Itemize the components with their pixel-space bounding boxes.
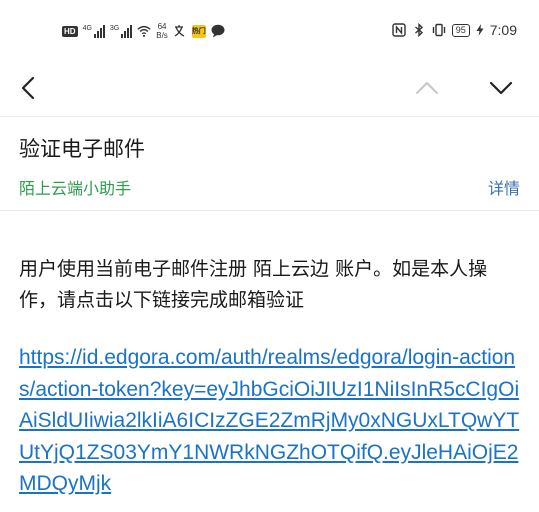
back-arrow-icon[interactable]	[14, 74, 42, 102]
previous-email-icon[interactable]	[413, 74, 441, 102]
status-bar: HD 4G 3G 64 B/s 热门 95 7:09	[0, 0, 539, 64]
nfc-icon	[392, 23, 406, 37]
vibrate-icon	[432, 23, 445, 37]
status-right-group: 95 7:09	[392, 22, 517, 38]
network-speed-value: 64	[157, 22, 167, 31]
charging-icon	[476, 24, 484, 36]
chat-bubble-icon	[211, 24, 225, 38]
email-body-text: 用户使用当前电子邮件注册 陌上云边 账户。如是本人操作，请点击以下链接完成邮箱验…	[19, 258, 488, 311]
signal-icon: 4G	[82, 24, 105, 38]
next-email-icon[interactable]	[487, 74, 515, 102]
verification-link[interactable]: https://id.edgora.com/auth/realms/edgora…	[19, 342, 524, 500]
hd-voice-badge: HD	[62, 25, 78, 37]
network-type-label: 4G	[82, 24, 92, 32]
details-link[interactable]: 详情	[488, 175, 520, 199]
header-divider	[0, 116, 539, 117]
clock-time: 7:09	[489, 22, 517, 38]
email-toolbar	[0, 64, 539, 114]
signal-icon: 3G	[109, 24, 133, 38]
network-speed-unit: B/s	[156, 31, 168, 40]
wifi-icon	[137, 25, 151, 37]
email-sender[interactable]: 陌上云端小助手	[19, 175, 131, 199]
translate-icon	[174, 25, 185, 37]
status-left-group: HD 4G 3G 64 B/s 热门	[62, 22, 225, 40]
sender-divider	[0, 210, 539, 211]
network-type-label: 3G	[109, 24, 120, 32]
email-subject: 验证电子邮件	[19, 137, 145, 161]
network-speed: 64 B/s	[156, 22, 168, 40]
battery-level: 95	[451, 23, 470, 37]
bluetooth-icon	[414, 23, 423, 37]
app-badge-icon: 热门	[191, 24, 206, 38]
